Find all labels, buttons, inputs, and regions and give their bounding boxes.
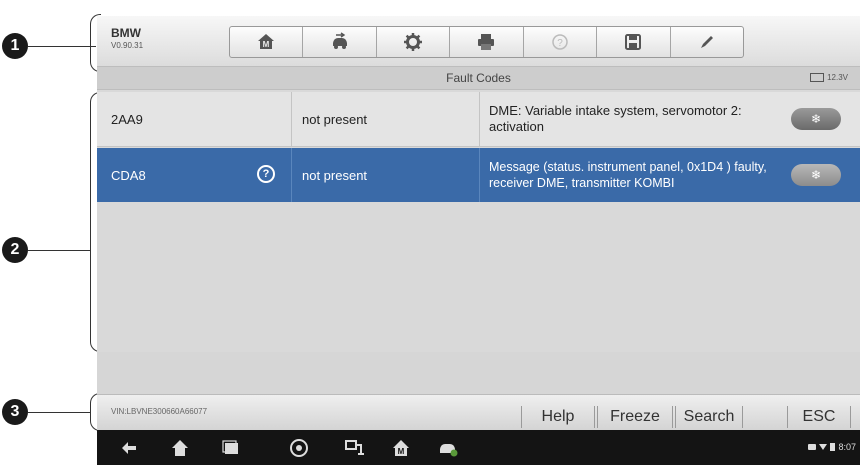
svg-text:M: M xyxy=(398,447,405,456)
wifi-icon xyxy=(819,444,828,450)
notification-icon xyxy=(808,444,817,450)
svg-text:?: ? xyxy=(557,38,563,49)
connector-button[interactable] xyxy=(342,436,366,460)
callout-leader-2 xyxy=(28,250,90,251)
diagnostic-screen: BMW V0.90.31 M ? Fault Codes 12.3V 2AA9 … xyxy=(97,16,860,465)
edit-button[interactable] xyxy=(671,27,743,57)
battery-voltage: 12.3V xyxy=(810,73,848,82)
freeze-frame-button[interactable]: ❄ xyxy=(791,164,841,186)
recent-apps-icon xyxy=(222,440,238,454)
software-version: V0.90.31 xyxy=(111,41,144,50)
help-icon: ? xyxy=(552,34,568,50)
m-home-button[interactable]: M xyxy=(389,436,413,460)
svg-text:M: M xyxy=(263,40,270,49)
back-arrow-icon xyxy=(122,442,136,454)
callout-leader-3 xyxy=(28,412,90,413)
fault-description: DME: Variable intake system, servomotor … xyxy=(489,103,742,134)
voltage-value: 12.3V xyxy=(827,73,848,82)
browser-icon xyxy=(290,439,308,457)
clock-time: 8:07 xyxy=(838,442,856,452)
fault-status: not present xyxy=(302,167,368,183)
fault-row[interactable]: 2AA9 not present DME: Variable intake sy… xyxy=(97,92,860,147)
vehicle-button[interactable] xyxy=(436,436,460,460)
connector-icon xyxy=(345,440,364,455)
settings-icon xyxy=(404,33,423,51)
home-icon: M xyxy=(258,34,275,49)
column-divider xyxy=(291,148,292,202)
esc-button[interactable]: ESC xyxy=(787,406,851,428)
battery-icon xyxy=(810,73,825,82)
question-mark-icon[interactable]: ? xyxy=(257,165,275,183)
callout-marker-2: 2 xyxy=(2,237,28,263)
column-divider xyxy=(291,92,292,146)
fault-code: CDA8 xyxy=(111,167,146,183)
car-icon xyxy=(440,444,458,457)
home-nav-icon xyxy=(172,440,188,456)
column-divider xyxy=(479,148,480,202)
help-button[interactable]: ? xyxy=(524,27,598,57)
snowflake-icon: ❄ xyxy=(810,112,822,126)
callout-leader-1 xyxy=(28,46,96,47)
vin-label: VIN:LBVNE300660A66077 xyxy=(111,407,208,416)
help-function-button[interactable]: Help xyxy=(521,406,595,428)
m-home-icon: M xyxy=(393,440,409,456)
fault-status: not present xyxy=(302,111,368,127)
fault-code: 2AA9 xyxy=(111,111,143,127)
function-button-bar: VIN:LBVNE300660A66077 Help Freeze Search… xyxy=(97,394,860,430)
edit-icon xyxy=(700,36,713,48)
callout-marker-1: 1 xyxy=(2,33,28,59)
title-strip: Fault Codes 12.3V xyxy=(97,67,860,90)
toolbar-buttons: M ? xyxy=(229,26,744,58)
status-area: 8:07 xyxy=(808,442,856,452)
settings-button[interactable] xyxy=(377,27,451,57)
system-navigation-bar: M 8:07 xyxy=(97,430,860,465)
search-function-button[interactable]: Search xyxy=(675,406,743,428)
fault-row[interactable]: CDA8 ? not present Message (status. inst… xyxy=(97,148,860,202)
freeze-function-button[interactable]: Freeze xyxy=(597,406,673,428)
freeze-frame-button[interactable]: ❄ xyxy=(791,108,841,130)
battery-status-icon xyxy=(830,443,836,451)
snowflake-icon: ❄ xyxy=(810,168,822,182)
vehicle-model: BMW xyxy=(111,26,141,40)
vehicle-swap-icon xyxy=(332,32,347,49)
page-title: Fault Codes xyxy=(446,71,511,85)
fault-code-table: 2AA9 not present DME: Variable intake sy… xyxy=(97,90,860,352)
print-icon xyxy=(478,34,495,50)
print-button[interactable] xyxy=(450,27,524,57)
column-divider xyxy=(479,92,480,146)
browser-button[interactable] xyxy=(287,436,311,460)
save-icon xyxy=(625,34,642,50)
recent-apps-button[interactable] xyxy=(219,436,243,460)
top-toolbar: BMW V0.90.31 M ? xyxy=(97,16,860,67)
save-button[interactable] xyxy=(597,27,671,57)
fault-description: Message (status. instrument panel, 0x1D4… xyxy=(489,160,767,190)
back-button[interactable] xyxy=(117,436,141,460)
home-button[interactable]: M xyxy=(230,27,304,57)
vehicle-swap-button[interactable] xyxy=(303,27,377,57)
callout-marker-3: 3 xyxy=(2,399,28,425)
home-nav-button[interactable] xyxy=(168,436,192,460)
